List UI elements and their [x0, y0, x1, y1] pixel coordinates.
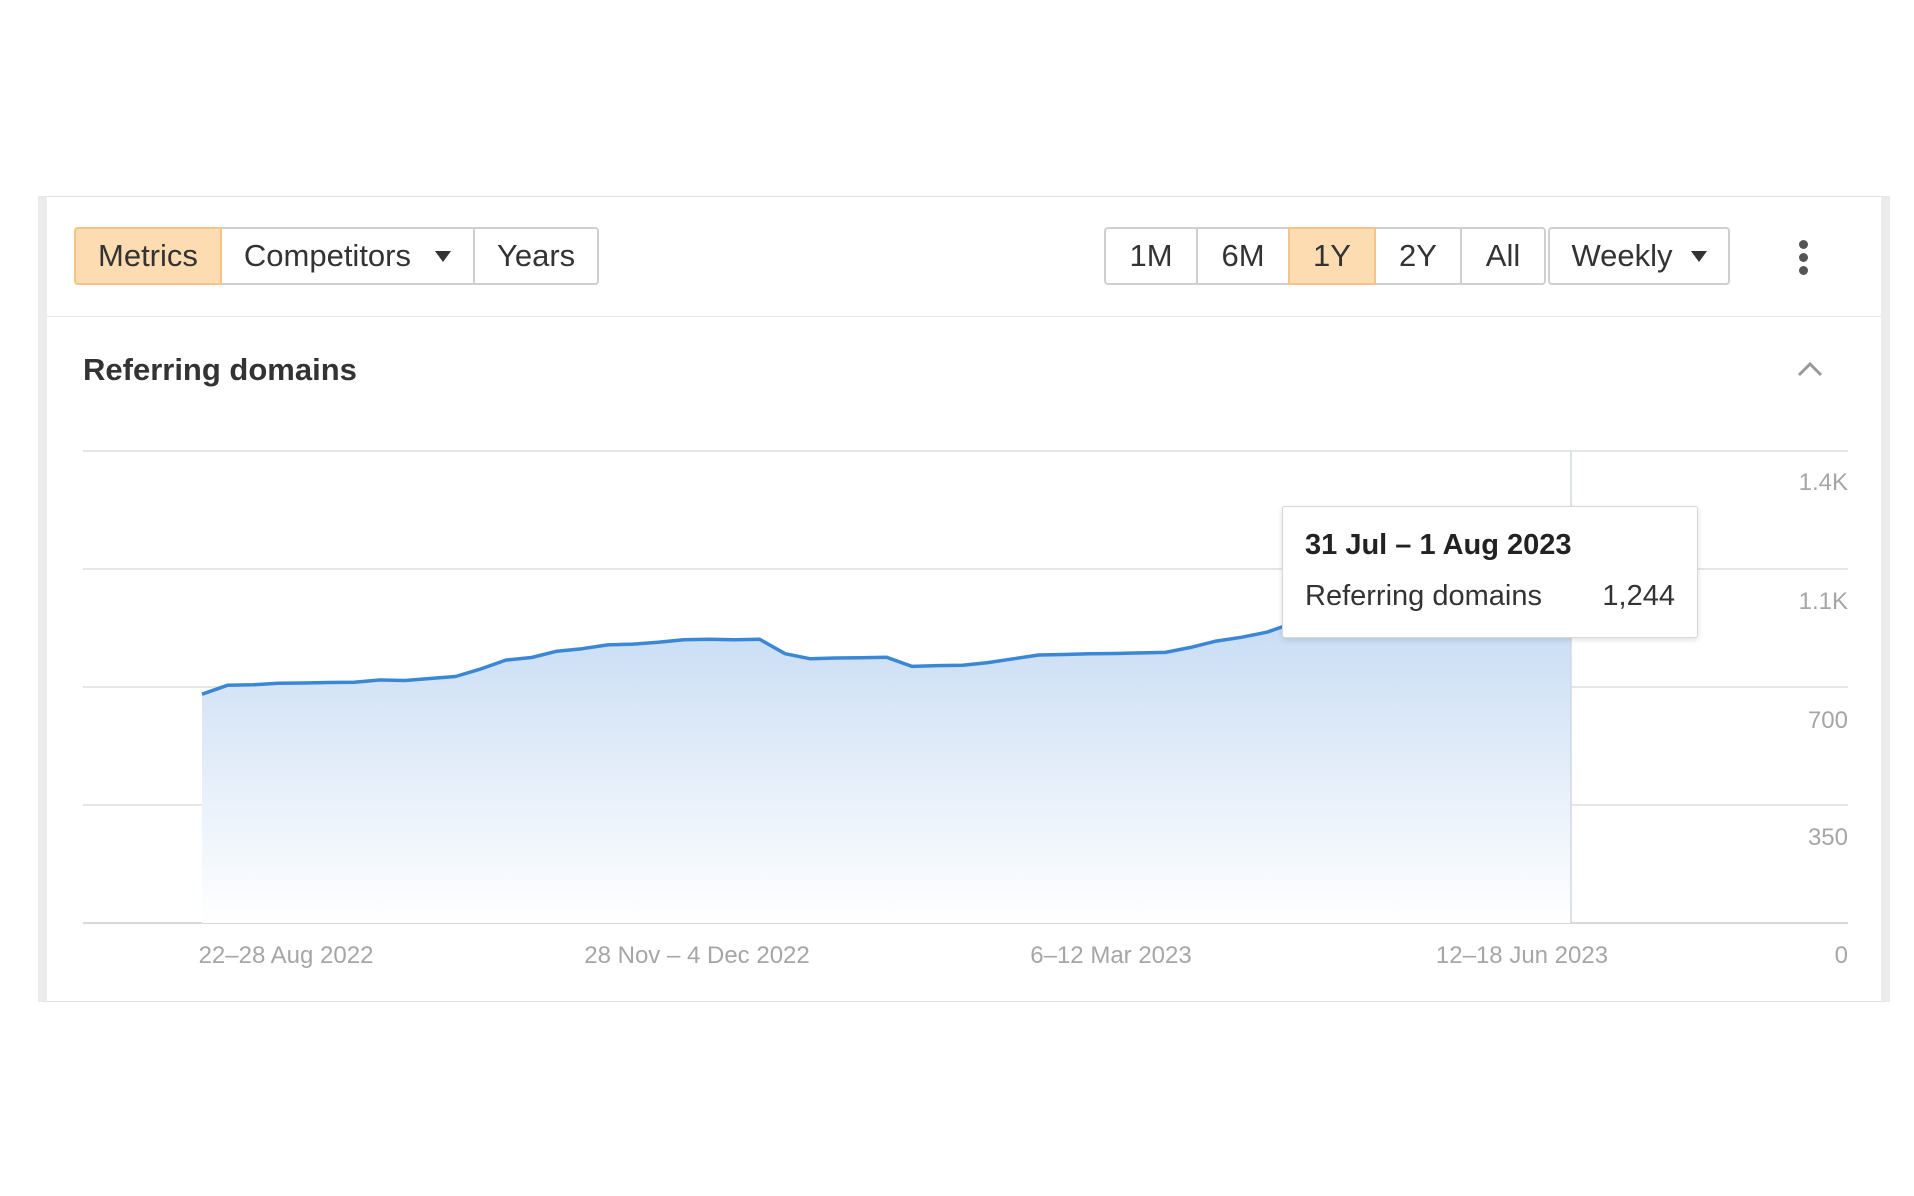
- y-tick-label: 1.1K: [1799, 588, 1848, 615]
- tooltip-value: 1,244: [1602, 580, 1675, 612]
- y-tick-label: 350: [1808, 824, 1848, 851]
- x-tick-label: 28 Nov – 4 Dec 2022: [584, 942, 809, 969]
- series-area: [202, 598, 1571, 923]
- tooltip-label: Referring domains: [1305, 580, 1542, 612]
- chart-tooltip: 31 Jul – 1 Aug 2023 Referring domains 1,…: [1282, 506, 1698, 638]
- tooltip-row: Referring domains 1,244: [1305, 580, 1675, 613]
- y-tick-label: 1.4K: [1799, 469, 1848, 496]
- tab-metrics-label: Metrics: [98, 238, 198, 273]
- tooltip-date: 31 Jul – 1 Aug 2023: [1305, 529, 1572, 561]
- tab-metrics[interactable]: Metrics: [74, 227, 222, 285]
- x-tick-label: 12–18 Jun 2023: [1436, 942, 1608, 969]
- x-tick-label: 6–12 Mar 2023: [1030, 942, 1191, 969]
- x-tick-label: 22–28 Aug 2022: [199, 942, 374, 969]
- range-1y-label: 1Y: [1313, 238, 1351, 273]
- range-1y-button[interactable]: 1Y: [1288, 227, 1376, 285]
- chart-panel: Metrics Competitors Years 1M 6M 1Y 2Y Al…: [38, 196, 1890, 1002]
- y-tick-label: 700: [1808, 707, 1848, 734]
- y-tick-label: 0: [1835, 942, 1848, 969]
